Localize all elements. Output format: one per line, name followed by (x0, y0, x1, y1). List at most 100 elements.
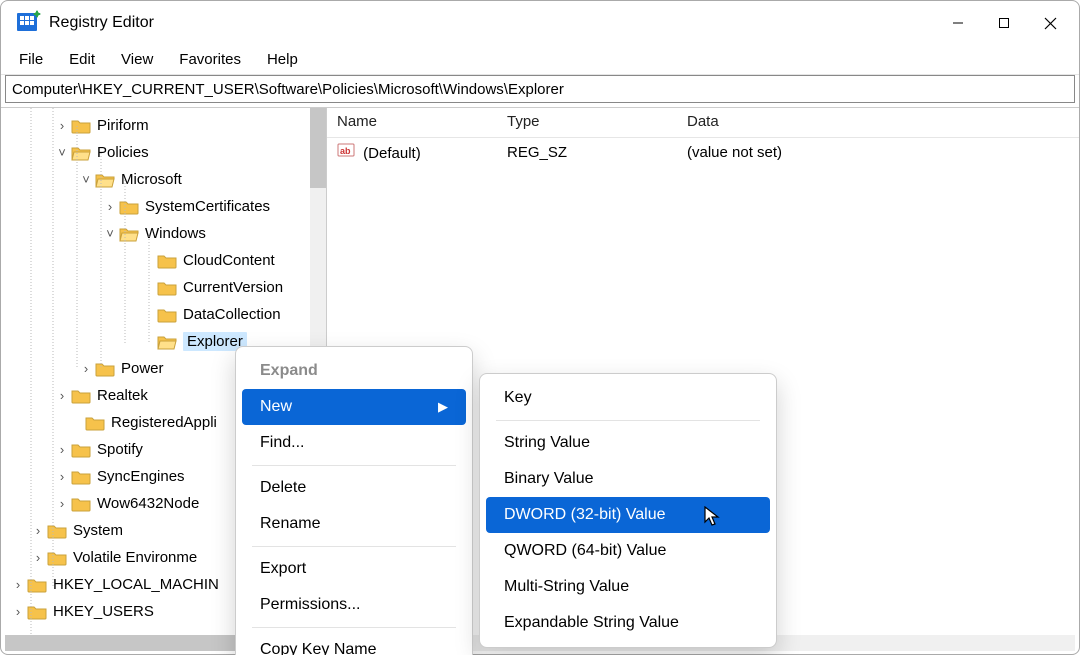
folder-icon (71, 388, 91, 404)
menu-file[interactable]: File (17, 49, 45, 70)
tree-label: Wow6432Node (97, 495, 199, 512)
expand-toggle[interactable]: › (31, 523, 45, 538)
maximize-button[interactable] (981, 7, 1027, 39)
app-icon (15, 10, 41, 36)
collapse-toggle[interactable]: ˅ (103, 226, 117, 241)
column-headers: Name Type Data (327, 108, 1079, 138)
col-data[interactable]: Data (677, 108, 1079, 137)
expand-toggle[interactable]: › (55, 496, 69, 511)
separator (252, 546, 456, 547)
folder-icon (157, 280, 177, 296)
tree-item-windows[interactable]: ˅Windows (7, 220, 326, 247)
tree-label: CloudContent (183, 252, 275, 269)
tree-label: Power (121, 360, 164, 377)
tree-item-currentversion[interactable]: ·CurrentVersion (7, 274, 326, 301)
tree-label: Microsoft (121, 171, 182, 188)
expand-toggle[interactable]: › (79, 361, 93, 376)
submenu-arrow-icon: ▶ (438, 399, 448, 415)
menu-bar: File Edit View Favorites Help (1, 45, 1079, 75)
folder-open-icon (157, 334, 177, 350)
folder-icon (157, 307, 177, 323)
folder-icon (47, 523, 67, 539)
separator (252, 465, 456, 466)
tree-item-datacollection[interactable]: ·DataCollection (7, 301, 326, 328)
expand-toggle[interactable]: › (55, 388, 69, 403)
expand-toggle[interactable]: › (103, 199, 117, 214)
expand-toggle[interactable]: › (55, 118, 69, 133)
ctx-rename[interactable]: Rename (242, 506, 466, 542)
minimize-button[interactable] (935, 7, 981, 39)
value-data: (value not set) (677, 144, 1079, 161)
scrollbar-thumb[interactable] (310, 108, 326, 188)
ctx-new-key[interactable]: Key (486, 380, 770, 416)
folder-icon (71, 469, 91, 485)
separator (496, 420, 760, 421)
tree-label: System (73, 522, 123, 539)
tree-item-piriform[interactable]: ›Piriform (7, 112, 326, 139)
folder-icon (71, 118, 91, 134)
svg-text:ab: ab (340, 146, 351, 156)
ctx-new-qword[interactable]: QWORD (64-bit) Value (486, 533, 770, 569)
ctx-export[interactable]: Export (242, 551, 466, 587)
tree-label: HKEY_USERS (53, 603, 154, 620)
folder-icon (71, 496, 91, 512)
ctx-new-string[interactable]: String Value (486, 425, 770, 461)
expand-toggle[interactable]: › (11, 577, 25, 592)
menu-help[interactable]: Help (265, 49, 300, 70)
ctx-new[interactable]: New ▶ (242, 389, 466, 425)
folder-icon (71, 442, 91, 458)
folder-icon (47, 550, 67, 566)
value-row-default[interactable]: ab (Default) REG_SZ (value not set) (327, 138, 1079, 166)
separator (252, 627, 456, 628)
tree-item-policies[interactable]: ˅ Policies (7, 139, 326, 166)
col-type[interactable]: Type (497, 108, 677, 137)
menu-edit[interactable]: Edit (67, 49, 97, 70)
tree-label: Policies (97, 144, 149, 161)
folder-icon (27, 604, 47, 620)
tree-item-microsoft[interactable]: ˅ Microsoft (7, 166, 326, 193)
ctx-new-expandstring[interactable]: Expandable String Value (486, 605, 770, 641)
tree-label: HKEY_LOCAL_MACHIN (53, 576, 219, 593)
tree-label: Spotify (97, 441, 143, 458)
mouse-cursor-icon (704, 506, 722, 528)
menu-favorites[interactable]: Favorites (177, 49, 243, 70)
menu-view[interactable]: View (119, 49, 155, 70)
tree-item-cloudcontent[interactable]: ·CloudContent (7, 247, 326, 274)
ctx-label: New (260, 398, 292, 416)
ctx-expand: Expand (242, 353, 466, 389)
title-bar: Registry Editor (1, 1, 1079, 45)
expand-toggle[interactable]: › (11, 604, 25, 619)
value-type: REG_SZ (497, 144, 677, 161)
close-button[interactable] (1027, 7, 1073, 39)
window-title: Registry Editor (49, 14, 154, 32)
folder-icon (95, 361, 115, 377)
ctx-copy-key-name[interactable]: Copy Key Name (242, 632, 466, 655)
ctx-find[interactable]: Find... (242, 425, 466, 461)
expand-toggle[interactable]: › (55, 469, 69, 484)
expand-toggle[interactable]: › (31, 550, 45, 565)
context-menu-key: Expand New ▶ Find... Delete Rename Export… (235, 346, 473, 655)
tree-label: CurrentVersion (183, 279, 283, 296)
expand-toggle[interactable]: › (55, 442, 69, 457)
folder-open-icon (95, 172, 115, 188)
folder-icon (85, 415, 105, 431)
collapse-toggle[interactable]: ˅ (55, 145, 69, 160)
ctx-delete[interactable]: Delete (242, 470, 466, 506)
value-name: (Default) (363, 145, 421, 162)
folder-icon (157, 253, 177, 269)
ctx-new-multistring[interactable]: Multi-String Value (486, 569, 770, 605)
tree-label: SyncEngines (97, 468, 185, 485)
col-name[interactable]: Name (327, 108, 497, 137)
context-submenu-new: Key String Value Binary Value DWORD (32-… (479, 373, 777, 648)
tree-item-systemcertificates[interactable]: › SystemCertificates (7, 193, 326, 220)
folder-icon (119, 199, 139, 215)
folder-open-icon (71, 145, 91, 161)
tree-label: RegisteredAppli (111, 414, 217, 431)
address-bar[interactable]: Computer\HKEY_CURRENT_USER\Software\Poli… (5, 75, 1075, 103)
ctx-new-binary[interactable]: Binary Value (486, 461, 770, 497)
ctx-new-dword[interactable]: DWORD (32-bit) Value (486, 497, 770, 533)
ctx-permissions[interactable]: Permissions... (242, 587, 466, 623)
collapse-toggle[interactable]: ˅ (79, 172, 93, 187)
tree-label: SystemCertificates (145, 198, 270, 215)
folder-icon (27, 577, 47, 593)
